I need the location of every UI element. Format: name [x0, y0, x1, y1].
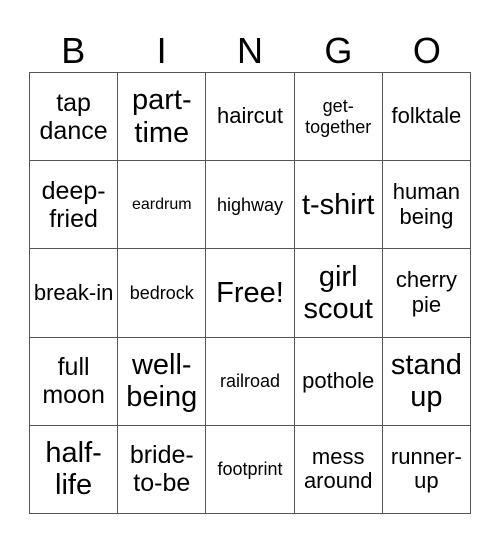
bingo-cell[interactable]: human being: [382, 161, 471, 250]
bingo-grid: tap dance part-time haircut get-together fol…: [29, 72, 471, 514]
bingo-cell[interactable]: tap dance: [30, 73, 119, 162]
bingo-cell[interactable]: bride-to-be: [118, 425, 207, 514]
bingo-cell[interactable]: well-being: [118, 337, 207, 426]
bingo-cell[interactable]: eardrum: [118, 161, 207, 250]
bingo-cell[interactable]: footprint: [206, 425, 295, 514]
bingo-cell[interactable]: runner-up: [382, 425, 471, 514]
bingo-cell[interactable]: t-shirt: [294, 161, 383, 250]
bingo-cell[interactable]: railroad: [206, 337, 295, 426]
bingo-cell[interactable]: highway: [206, 161, 295, 250]
bingo-cell[interactable]: full moon: [30, 337, 119, 426]
free-space-cell[interactable]: Free!: [206, 249, 295, 338]
bingo-header: B I N G O: [29, 30, 471, 72]
bingo-cell[interactable]: half-life: [30, 425, 119, 514]
bingo-cell[interactable]: part-time: [118, 73, 207, 162]
bingo-cell[interactable]: get-together: [294, 73, 383, 162]
bingo-cell[interactable]: folktale: [382, 73, 471, 162]
bingo-cell[interactable]: stand up: [382, 337, 471, 426]
header-letter-b: B: [61, 30, 86, 71]
header-letter-n: N: [237, 30, 264, 71]
header-letter-g: G: [324, 30, 353, 71]
bingo-cell[interactable]: haircut: [206, 73, 295, 162]
bingo-cell[interactable]: deep-fried: [30, 161, 119, 250]
header-letter-i: I: [156, 30, 167, 71]
bingo-cell[interactable]: break-in: [30, 249, 119, 338]
bingo-cell[interactable]: girl scout: [294, 249, 383, 338]
bingo-cell[interactable]: cherry pie: [382, 249, 471, 338]
bingo-cell[interactable]: bedrock: [118, 249, 207, 338]
bingo-cell[interactable]: pothole: [294, 337, 383, 426]
header-letter-o: O: [412, 30, 441, 71]
bingo-cell[interactable]: mess around: [294, 425, 383, 514]
